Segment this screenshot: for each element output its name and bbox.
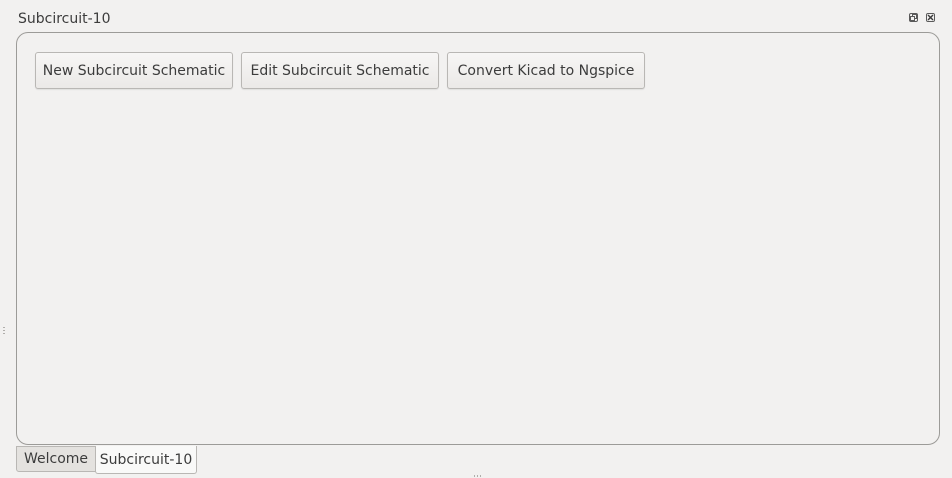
close-dock-button[interactable] [926,13,935,22]
edit-subcircuit-schematic-button[interactable]: Edit Subcircuit Schematic [241,52,439,89]
side-resize-handle[interactable] [3,327,6,335]
tab-subcircuit-10[interactable]: Subcircuit-10 [95,446,197,474]
float-dock-button[interactable] [909,13,918,22]
subcircuit-panel: New Subcircuit Schematic Edit Subcircuit… [16,32,940,445]
convert-kicad-to-ngspice-button[interactable]: Convert Kicad to Ngspice [447,52,645,89]
new-subcircuit-schematic-button[interactable]: New Subcircuit Schematic [35,52,233,89]
close-icon [927,14,934,21]
dock-title: Subcircuit-10 [18,11,111,27]
tab-welcome[interactable]: Welcome [16,446,96,472]
restore-icon [910,14,917,21]
